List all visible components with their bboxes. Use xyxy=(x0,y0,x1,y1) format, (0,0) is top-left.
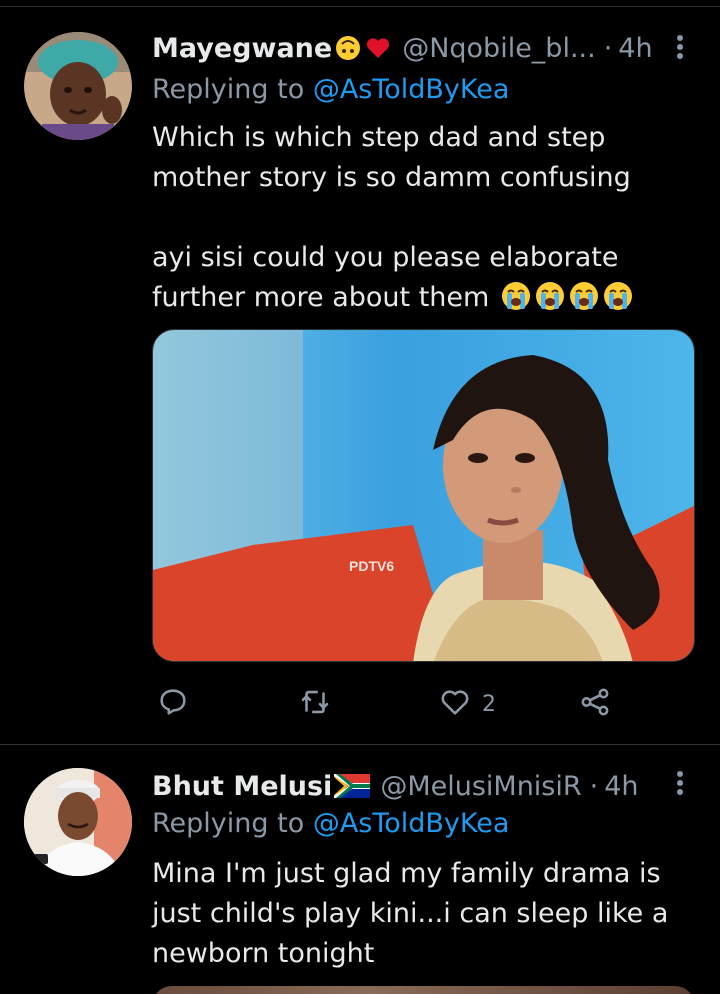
tweet-text-line: just child's play kini...i can sleep lik… xyxy=(152,898,669,929)
tweet-text: Mina I'm just glad my family drama is ju… xyxy=(152,854,692,974)
heart-icon xyxy=(438,685,472,723)
separator-dot: · xyxy=(603,32,613,64)
replying-handle-link[interactable]: @AsToldByKea xyxy=(313,74,510,105)
replying-to: Replying to @AsToldByKea xyxy=(152,808,509,839)
tweet-media-image[interactable]: PDTV6 xyxy=(152,329,695,662)
display-name[interactable]: Bhut Melusi xyxy=(152,771,332,802)
tweet-text-line: mother story is so damm confusing xyxy=(152,162,631,193)
avatar[interactable] xyxy=(24,32,132,140)
more-options-icon[interactable] xyxy=(670,32,690,62)
loudly-crying-face-icon xyxy=(602,280,634,312)
avatar[interactable] xyxy=(24,768,132,876)
replying-prefix: Replying to xyxy=(152,808,305,839)
tweet-header: Bhut Melusi @MelusiMnisiR · 4h xyxy=(152,766,680,806)
share-button[interactable] xyxy=(578,682,612,726)
reply-button[interactable] xyxy=(156,682,190,726)
replying-prefix: Replying to xyxy=(152,74,305,105)
tweet-text-line: ayi sisi could you please elaborate xyxy=(152,242,619,273)
tweet-text-line-part: further more about them xyxy=(152,282,490,313)
user-handle[interactable]: @Nqobile_bl... xyxy=(402,33,596,64)
replying-to: Replying to @AsToldByKea xyxy=(152,74,509,105)
timestamp[interactable]: 4h xyxy=(604,771,638,802)
reply-icon xyxy=(156,685,190,723)
tweet-text-line: Mina I'm just glad my family drama is xyxy=(152,858,661,889)
south-africa-flag-icon xyxy=(334,774,371,798)
tweet-card[interactable]: Mayegwane @Nqobile_bl... · 4h Replying t… xyxy=(0,0,720,744)
loudly-crying-face-icon xyxy=(500,280,532,312)
upside-down-face-icon xyxy=(334,34,362,62)
red-heart-icon xyxy=(364,34,392,62)
tweet-text-paragraph-1: Which is which step dad and step mother … xyxy=(152,118,692,198)
tweet-card[interactable]: Bhut Melusi @MelusiMnisiR · 4h Replying … xyxy=(0,744,720,994)
loudly-crying-face-icon xyxy=(568,280,600,312)
tweet-text-line: Which is which step dad and step xyxy=(152,122,606,153)
like-button[interactable]: 2 xyxy=(438,682,496,726)
more-options-icon[interactable] xyxy=(670,768,690,798)
user-handle[interactable]: @MelusiMnisiR xyxy=(380,771,581,802)
retweet-icon xyxy=(298,685,332,723)
retweet-button[interactable] xyxy=(298,682,332,726)
tweet-header: Mayegwane @Nqobile_bl... · 4h xyxy=(152,28,680,68)
separator-dot: · xyxy=(589,770,599,802)
loudly-crying-face-icon xyxy=(534,280,566,312)
tweet-text-paragraph-2: ayi sisi could you please elaborate furt… xyxy=(152,238,692,318)
like-count: 2 xyxy=(482,691,496,717)
tweet-media-image-partial[interactable] xyxy=(152,986,695,994)
share-icon xyxy=(578,685,612,723)
tweet-text-line: newborn tonight xyxy=(152,938,375,969)
display-name[interactable]: Mayegwane xyxy=(152,33,332,64)
tweet-text-line: further more about them xyxy=(152,278,692,318)
tweet-actions: 2 xyxy=(152,682,632,726)
timestamp[interactable]: 4h xyxy=(618,33,652,64)
replying-handle-link[interactable]: @AsToldByKea xyxy=(313,808,510,839)
media-watermark: PDTV6 xyxy=(349,558,395,574)
